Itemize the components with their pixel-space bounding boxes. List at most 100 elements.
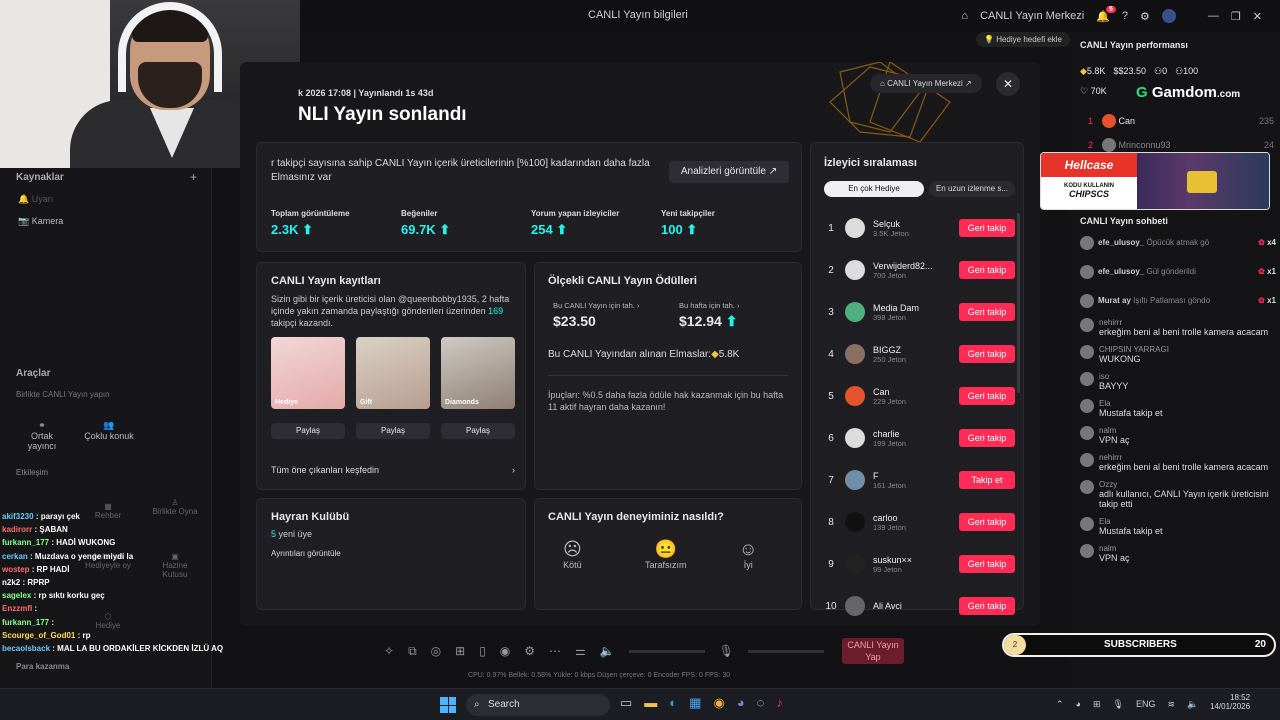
share-button[interactable]: Paylaş (356, 423, 430, 439)
mic-icon[interactable]: 🎙 (719, 644, 734, 658)
co-host-button[interactable]: ⚭ Ortak yayıncı (16, 420, 68, 451)
follow-back-button[interactable]: Takip et (959, 471, 1015, 489)
follow-back-button[interactable]: Geri takip (959, 555, 1015, 573)
chrome-icon[interactable]: ◉ (713, 695, 724, 711)
chat-avatar[interactable] (1080, 480, 1094, 494)
volume-icon[interactable]: 🔈 (600, 644, 615, 658)
gifter-avatar[interactable] (1080, 264, 1094, 279)
avatar[interactable] (1161, 9, 1176, 23)
follow-back-button[interactable]: Geri takip (959, 387, 1015, 405)
chat-avatar[interactable] (1080, 318, 1094, 332)
layout-icon[interactable]: ⧉ (408, 644, 417, 659)
viewer-avatar[interactable] (845, 386, 865, 406)
minimize-icon[interactable]: — (1208, 10, 1219, 22)
chat-avatar[interactable] (1080, 517, 1094, 531)
chat-avatar[interactable] (1080, 426, 1094, 440)
chat-avatar[interactable] (1080, 399, 1094, 413)
gifter-avatar[interactable] (1080, 235, 1094, 250)
help-icon[interactable]: ? (1122, 10, 1128, 22)
viewer-avatar[interactable] (845, 554, 865, 574)
follow-back-button[interactable]: Geri takip (959, 429, 1015, 447)
follow-back-button[interactable]: Geri takip (959, 345, 1015, 363)
record-icon[interactable]: ◉ (500, 644, 510, 658)
chat-avatar[interactable] (1080, 372, 1094, 386)
add-scene-icon[interactable]: ⊞ (455, 644, 465, 658)
mixer-icon[interactable]: ⚌ (575, 644, 586, 658)
tab-most-gifts[interactable]: En çok Hediye (824, 181, 924, 197)
viewer-avatar[interactable] (845, 260, 865, 280)
effect-icon[interactable]: ◎ (431, 644, 441, 658)
gear-icon[interactable]: ⚙ (1140, 10, 1150, 23)
discord-icon[interactable]: ◕ (737, 695, 745, 711)
live-center-link[interactable]: ⌂ CANLI Yayın Merkezi ↗ (870, 74, 982, 93)
language-indicator[interactable]: ENG (1136, 699, 1156, 710)
speaker-icon[interactable]: 🔈 (1187, 699, 1198, 710)
clock[interactable]: 18:52 14/01/2026 (1210, 693, 1250, 711)
discord-tray-icon[interactable]: ◕ (1076, 699, 1081, 710)
viewer-avatar[interactable] (845, 218, 865, 238)
volume-slider[interactable] (628, 649, 705, 653)
feedback-good[interactable]: ☺ İyi (739, 539, 757, 570)
maximize-icon[interactable]: ❐ (1231, 10, 1241, 23)
chat-avatar[interactable] (1080, 345, 1094, 359)
add-source-icon[interactable]: + (190, 170, 197, 184)
multi-guest-button[interactable]: 👥 Çoklu konuk (82, 420, 136, 441)
chevron-up-icon[interactable]: ⌃ (1056, 699, 1064, 710)
follow-back-button[interactable]: Geri takip (959, 303, 1015, 321)
live-center-button[interactable]: CANLI Yayın Merkezi (980, 10, 1084, 22)
source-alert[interactable]: 🔔 Uyarı (18, 194, 53, 205)
phone-icon[interactable]: ▯ (479, 644, 486, 658)
gifter-avatar[interactable] (1080, 293, 1094, 308)
highlight-thumbnail[interactable]: Hediye (271, 337, 345, 409)
magic-icon[interactable]: ✧ (384, 644, 394, 658)
more-icon[interactable]: ⋯ (549, 644, 561, 658)
close-icon[interactable]: ✕ (1253, 10, 1262, 23)
scrollbar[interactable] (1017, 213, 1020, 393)
edge-icon[interactable]: ◐ (669, 695, 677, 711)
network-tray-icon[interactable]: ⊞ (1093, 699, 1101, 710)
settings-icon[interactable]: ⚙ (524, 644, 535, 658)
chat-avatar[interactable] (1080, 453, 1094, 467)
tiktok-live-icon[interactable]: ♪ (776, 695, 783, 711)
follow-back-button[interactable]: Geri takip (959, 219, 1015, 237)
follow-back-button[interactable]: Geri takip (959, 261, 1015, 279)
live-reward-label[interactable]: Bu CANLI Yayın için tah. › (553, 301, 639, 310)
file-explorer-icon[interactable]: ▬ (644, 695, 657, 711)
feedback-bad[interactable]: ☹ Kötü (563, 539, 582, 570)
bell-icon[interactable]: 🔔 5 (1096, 5, 1116, 23)
chat-avatar[interactable] (1080, 544, 1094, 558)
analytics-button[interactable]: Analizleri görüntüle ↗ (669, 161, 789, 183)
house-icon[interactable]: ⌂ (961, 10, 968, 22)
share-button[interactable]: Paylaş (271, 423, 345, 439)
go-live-button[interactable]: CANLI Yayın Yap (842, 638, 904, 664)
fanclub-details-link[interactable]: Ayrıntıları görüntüle (271, 549, 341, 558)
follow-back-button[interactable]: Geri takip (959, 513, 1015, 531)
add-gift-goal[interactable]: 💡 Hediye hedefi ekle (976, 32, 1071, 47)
highlight-thumbnail[interactable]: Gift (356, 337, 430, 409)
feedback-neutral[interactable]: 😐 Tarafsızım (645, 539, 687, 570)
share-button[interactable]: Paylaş (441, 423, 515, 439)
week-reward-label[interactable]: Bu hafta için tah. › (679, 301, 739, 310)
mic-tray-icon[interactable]: 🎙 (1113, 699, 1124, 710)
viewer-avatar[interactable] (845, 596, 865, 616)
store-icon[interactable]: ▦ (689, 695, 701, 711)
highlight-thumbnail[interactable]: Diamonds (441, 337, 515, 409)
close-modal-button[interactable]: ✕ (996, 72, 1020, 96)
highlight-item: Diamonds Paylaş (441, 337, 515, 439)
viewer-avatar[interactable] (845, 344, 865, 364)
task-view-icon[interactable]: ▭ (620, 695, 632, 711)
obs-icon[interactable]: ◌ (757, 695, 765, 711)
feedback-bad-label: Kötü (563, 560, 582, 570)
mic-slider[interactable] (748, 649, 824, 653)
wifi-icon[interactable]: ≋ (1167, 699, 1175, 710)
viewer-avatar[interactable] (845, 512, 865, 532)
viewer-avatar[interactable] (845, 428, 865, 448)
source-camera[interactable]: 📷 Kamera (18, 216, 63, 227)
taskbar-search[interactable]: ⌕ Search (466, 694, 610, 716)
viewer-avatar[interactable] (845, 302, 865, 322)
viewer-avatar[interactable] (845, 470, 865, 490)
tab-longest-watch[interactable]: En uzun izlenme s... (929, 181, 1015, 197)
follow-back-button[interactable]: Geri takip (959, 597, 1015, 615)
explore-link[interactable]: Tüm öne çıkanları keşfedin › (271, 465, 515, 475)
windows-start-icon[interactable] (440, 697, 456, 713)
